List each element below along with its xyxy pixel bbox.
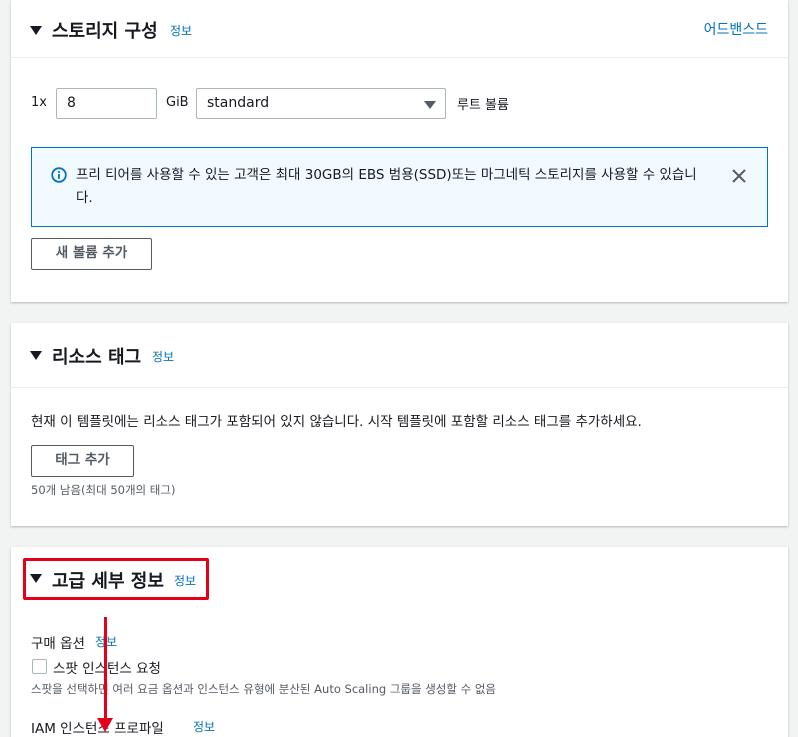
- volume-type-select[interactable]: standard: [196, 88, 446, 119]
- caret-down-icon[interactable]: [30, 351, 42, 360]
- annotation-highlight-box: [23, 558, 209, 600]
- root-volume-label: 루트 볼륨: [457, 98, 509, 113]
- volume-type-value: standard: [207, 95, 270, 111]
- volume-size-input[interactable]: 8: [56, 88, 157, 119]
- spot-instance-description: 스팟을 선택하면 여러 요금 옵션과 인스턴스 유형에 분산된 Auto Sca…: [31, 682, 497, 696]
- resource-tags-title: 리소스 태그: [52, 347, 142, 368]
- info-circle-icon: [51, 167, 67, 183]
- annotation-arrow-head-icon: [97, 718, 113, 732]
- volume-count: 1x: [31, 95, 47, 110]
- add-tag-button[interactable]: 태그 추가: [31, 445, 134, 477]
- storage-panel-header[interactable]: 스토리지 구성 정보 어드밴스드: [11, 0, 788, 58]
- caret-down-icon[interactable]: [30, 26, 42, 35]
- volume-unit: GiB: [166, 95, 189, 110]
- resource-tags-panel: 리소스 태그 정보 현재 이 템플릿에는 리소스 태그가 포함되어 있지 않습니…: [11, 323, 788, 526]
- add-volume-button[interactable]: 새 볼륨 추가: [31, 238, 152, 270]
- chevron-down-icon: [424, 101, 436, 109]
- iam-profile-info-link[interactable]: 정보: [193, 718, 215, 735]
- annotation-arrow-line: [104, 617, 107, 727]
- storage-panel: 스토리지 구성 정보 어드밴스드 1x 8 GiB standard 루트 볼륨…: [11, 0, 788, 302]
- resource-tags-header[interactable]: 리소스 태그 정보: [11, 323, 788, 388]
- advanced-link[interactable]: 어드밴스드: [704, 19, 768, 39]
- spot-instance-checkbox[interactable]: [32, 659, 47, 674]
- free-tier-alert: 프리 티어를 사용할 수 있는 고객은 최대 30GB의 EBS 범용(SSD)…: [31, 147, 768, 227]
- tags-remaining: 50개 남음(최대 50개의 태그): [31, 483, 176, 497]
- tags-empty-text: 현재 이 템플릿에는 리소스 태그가 포함되어 있지 않습니다. 시작 템플릿에…: [31, 414, 642, 430]
- storage-title: 스토리지 구성: [52, 21, 158, 42]
- storage-info-link[interactable]: 정보: [170, 22, 192, 39]
- resource-tags-info-link[interactable]: 정보: [152, 348, 174, 365]
- purchase-option-label: 구매 옵션: [31, 636, 85, 652]
- alert-text: 프리 티어를 사용할 수 있는 고객은 최대 30GB의 EBS 범용(SSD)…: [76, 167, 697, 206]
- close-icon[interactable]: [731, 168, 747, 184]
